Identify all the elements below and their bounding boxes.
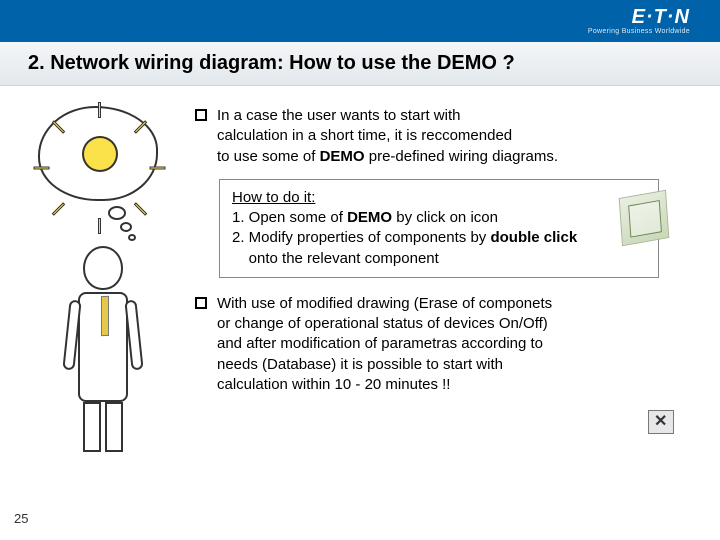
slide-title: 2. Network wiring diagram: How to use th…: [28, 52, 692, 75]
header-bar: E·T·N Powering Business Worldwide: [0, 0, 720, 42]
lightbulb-icon: [82, 136, 118, 172]
slide-content: In a case the user wants to start with c…: [0, 86, 720, 395]
howto-title: How to do it:: [232, 189, 315, 206]
brand-tagline: Powering Business Worldwide: [588, 28, 690, 35]
brand-logo: E·T·N: [632, 6, 690, 29]
slide-title-bar: 2. Network wiring diagram: How to use th…: [0, 42, 720, 86]
bullet-square-icon: [195, 297, 207, 309]
bullet-item-2: With use of modified drawing (Erase of c…: [195, 294, 685, 395]
bullet-item-1: In a case the user wants to start with c…: [195, 106, 685, 167]
person-figure: [83, 246, 128, 452]
wiring-diagram-thumbnail-icon: [619, 190, 670, 246]
howto-box: How to do it: 1. Open some of DEMO by cl…: [219, 179, 659, 278]
thought-bubble: [38, 106, 158, 201]
erase-tool-icon: [648, 410, 674, 434]
text-column: In a case the user wants to start with c…: [195, 106, 685, 395]
thinking-person-illustration: [28, 106, 178, 446]
bullet-2-text: With use of modified drawing (Erase of c…: [217, 294, 552, 395]
bullet-square-icon: [195, 109, 207, 121]
page-number: 25: [14, 511, 28, 526]
bullet-1-text: In a case the user wants to start with c…: [217, 106, 558, 167]
